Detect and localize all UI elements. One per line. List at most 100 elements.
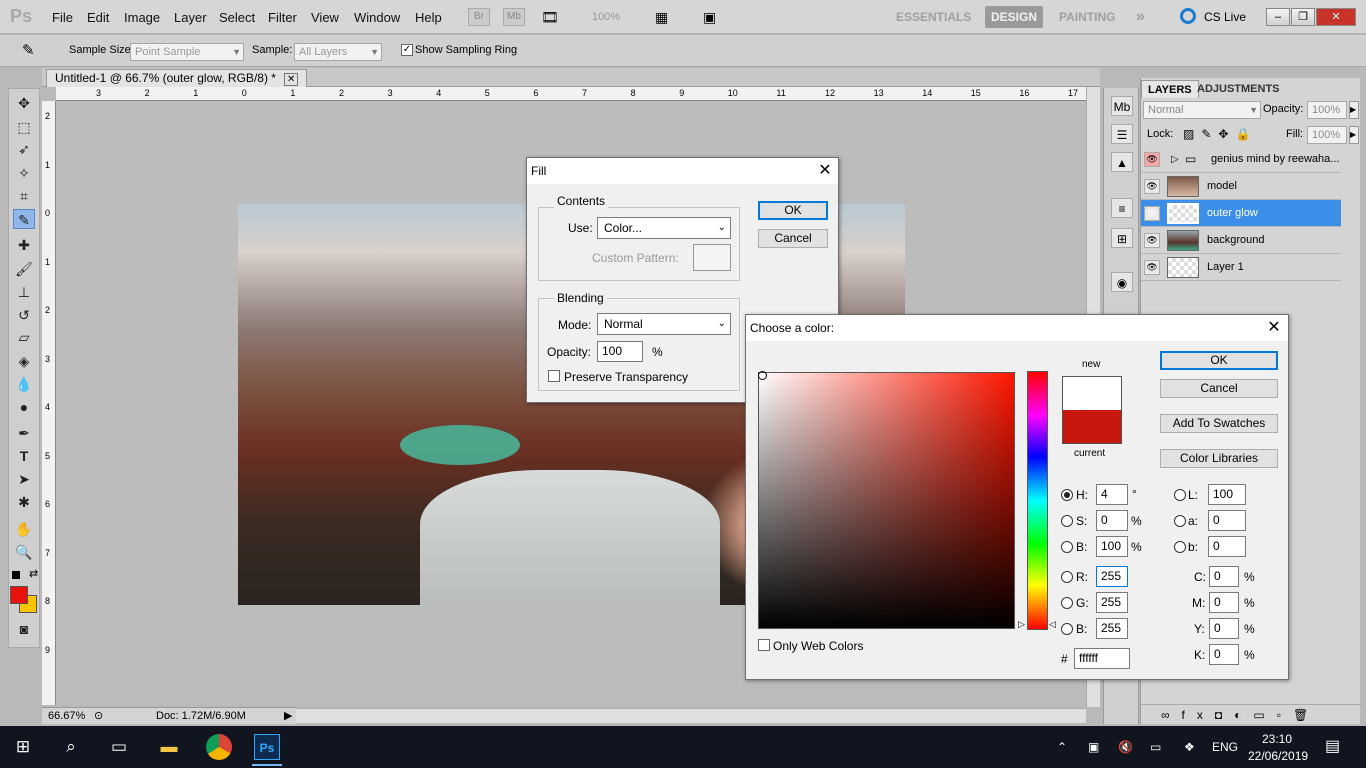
close-app-button[interactable]: ✕ bbox=[1316, 8, 1356, 26]
restore-button[interactable]: ❐ bbox=[1291, 8, 1315, 26]
close-tab-icon[interactable]: ✕ bbox=[283, 73, 299, 86]
blend-mode-select[interactable]: Normal ▼ bbox=[1143, 101, 1261, 119]
menu-window[interactable]: Window bbox=[354, 10, 400, 25]
tray-chevron-icon[interactable]: ⌃ bbox=[1057, 740, 1067, 754]
bridge-button[interactable]: Br bbox=[468, 8, 490, 26]
hue-slider-left-arrow-icon[interactable]: ▷ bbox=[1018, 619, 1025, 630]
clock-date[interactable]: 22/06/2019 bbox=[1248, 749, 1308, 763]
layer-row-outer-glow[interactable]: 👁 outer glow bbox=[1141, 200, 1341, 227]
color-cancel-button[interactable]: Cancel bbox=[1160, 379, 1278, 398]
photoshop-taskbar-icon[interactable]: Ps bbox=[254, 734, 280, 760]
menu-image[interactable]: Image bbox=[124, 10, 160, 25]
crop-tool-icon[interactable]: ⌗ bbox=[13, 186, 35, 206]
opacity-input[interactable]: 100 bbox=[597, 341, 643, 362]
use-select[interactable]: Color... ⌄ bbox=[597, 217, 731, 239]
swatches-panel-icon[interactable]: ◉ bbox=[1111, 272, 1133, 292]
navigator-panel-icon[interactable]: ▲ bbox=[1111, 152, 1133, 172]
workspace-painting[interactable]: PAINTING bbox=[1053, 6, 1121, 28]
color-field[interactable] bbox=[758, 372, 1015, 629]
menu-layer[interactable]: Layer bbox=[174, 10, 207, 25]
chrome-icon[interactable] bbox=[206, 734, 232, 760]
quick-select-tool-icon[interactable]: ✧ bbox=[13, 163, 35, 183]
move-tool-icon[interactable]: ✥ bbox=[13, 93, 35, 113]
radio-g[interactable] bbox=[1061, 597, 1073, 609]
layer-row-model[interactable]: 👁 model bbox=[1141, 173, 1341, 200]
add-to-swatches-button[interactable]: Add To Swatches bbox=[1160, 414, 1278, 433]
lab-b-input[interactable]: 0 bbox=[1208, 536, 1246, 557]
radio-b[interactable] bbox=[1061, 541, 1073, 553]
close-icon[interactable]: ✕ bbox=[1264, 318, 1284, 338]
eyedropper-preset-icon[interactable]: ✎ bbox=[22, 41, 35, 59]
screen-mode-icon[interactable]: ▣ bbox=[703, 9, 716, 26]
only-web-colors-checkbox[interactable] bbox=[758, 639, 770, 651]
opacity-arrow-icon[interactable]: ▶ bbox=[1349, 101, 1359, 119]
notifications-icon[interactable]: ▤ bbox=[1325, 736, 1340, 756]
menu-view[interactable]: View bbox=[311, 10, 339, 25]
windows-start-icon[interactable]: ⊞ bbox=[10, 734, 36, 760]
b-input[interactable]: 100 bbox=[1096, 536, 1128, 557]
arrange-icon[interactable]: ▦ bbox=[655, 9, 668, 26]
cs-live-menu[interactable]: CS Live bbox=[1204, 10, 1246, 24]
layers-footer-icons[interactable]: ∞fx◘◐▭▫🗑 bbox=[1141, 704, 1361, 724]
film-icon[interactable]: 🎞 bbox=[541, 9, 559, 26]
zoom-field[interactable]: 66.67% bbox=[48, 708, 85, 724]
zoom-tool-icon[interactable]: 🔍 bbox=[13, 542, 35, 562]
brush-tool-icon[interactable]: 🖌 bbox=[13, 259, 35, 279]
history-brush-icon[interactable]: ↺ bbox=[13, 305, 35, 325]
menu-file[interactable]: File bbox=[52, 10, 73, 25]
clock-time[interactable]: 23:10 bbox=[1262, 732, 1292, 746]
hue-slider[interactable] bbox=[1027, 371, 1048, 630]
menu-edit[interactable]: Edit bbox=[87, 10, 109, 25]
layer-row-group[interactable]: 👁 ▷ ▭ genius mind by reewaha... bbox=[1141, 146, 1341, 173]
blur-tool-icon[interactable]: 💧 bbox=[13, 374, 35, 394]
healing-tool-icon[interactable]: ✚ bbox=[13, 235, 35, 255]
status-menu-icon[interactable]: ⊙ bbox=[94, 708, 103, 724]
show-ring-checkbox[interactable]: ✓ bbox=[401, 44, 413, 56]
language-indicator[interactable]: ENG bbox=[1212, 740, 1238, 754]
hue-slider-right-arrow-icon[interactable]: ◁ bbox=[1049, 619, 1056, 630]
fill-cancel-button[interactable]: Cancel bbox=[758, 229, 828, 248]
mode-select[interactable]: Normal ⌄ bbox=[597, 313, 731, 335]
color-libraries-button[interactable]: Color Libraries bbox=[1160, 449, 1278, 468]
c-input[interactable]: 0 bbox=[1209, 566, 1239, 587]
k-input[interactable]: 0 bbox=[1209, 644, 1239, 665]
eye-icon[interactable]: 👁 bbox=[1144, 206, 1160, 221]
mini-bridge-panel-icon[interactable]: Mb bbox=[1111, 96, 1133, 116]
hand-tool-icon[interactable]: ✋ bbox=[13, 519, 35, 539]
horizontal-scrollbar[interactable] bbox=[296, 708, 1086, 723]
radio-s[interactable] bbox=[1061, 515, 1073, 527]
eye-icon[interactable]: 👁 bbox=[1144, 179, 1160, 194]
opacity-field[interactable]: 100% bbox=[1307, 101, 1347, 119]
lock-icons[interactable]: ▨✎✥🔒 bbox=[1183, 127, 1257, 141]
radio-l[interactable] bbox=[1174, 489, 1186, 501]
shape-tool-icon[interactable]: ✱ bbox=[13, 492, 35, 512]
quick-mask-icon[interactable]: ◙ bbox=[13, 619, 35, 639]
type-tool-icon[interactable]: T bbox=[13, 446, 35, 466]
eye-icon[interactable]: 👁 bbox=[1144, 233, 1160, 248]
h-input[interactable]: 4 bbox=[1096, 484, 1128, 505]
radio-h[interactable] bbox=[1061, 489, 1073, 501]
sample-size-select[interactable]: Point Sample ▼ bbox=[130, 43, 244, 61]
zoom-level-menu[interactable]: 100% bbox=[592, 11, 620, 23]
eyedropper-tool-icon[interactable]: ✎ bbox=[13, 209, 35, 229]
clone-source-icon[interactable]: ⊞ bbox=[1111, 228, 1133, 248]
task-view-icon[interactable]: ▭ bbox=[106, 734, 132, 760]
radio-r[interactable] bbox=[1061, 571, 1073, 583]
tab-adjustments[interactable]: ADJUSTMENTS bbox=[1191, 80, 1286, 98]
eye-icon[interactable]: 👁 bbox=[1144, 152, 1160, 167]
file-explorer-icon[interactable]: ▬ bbox=[156, 734, 182, 760]
eye-icon[interactable]: 👁 bbox=[1144, 260, 1160, 275]
g-input[interactable]: 255 bbox=[1096, 592, 1128, 613]
l-input[interactable]: 100 bbox=[1208, 484, 1246, 505]
fill-field[interactable]: 100% bbox=[1307, 126, 1347, 144]
stamp-tool-icon[interactable]: ⊥ bbox=[13, 282, 35, 302]
menu-filter[interactable]: Filter bbox=[268, 10, 297, 25]
fill-ok-button[interactable]: OK bbox=[758, 201, 828, 220]
layer-row-layer1[interactable]: 👁 Layer 1 bbox=[1141, 254, 1341, 281]
history-panel-icon[interactable]: ☰ bbox=[1111, 124, 1133, 144]
a-input[interactable]: 0 bbox=[1208, 510, 1246, 531]
radio-b2[interactable] bbox=[1061, 623, 1073, 635]
dodge-tool-icon[interactable]: ● bbox=[13, 397, 35, 417]
more-workspaces-icon[interactable]: » bbox=[1130, 6, 1151, 28]
fill-arrow-icon[interactable]: ▶ bbox=[1349, 126, 1359, 144]
